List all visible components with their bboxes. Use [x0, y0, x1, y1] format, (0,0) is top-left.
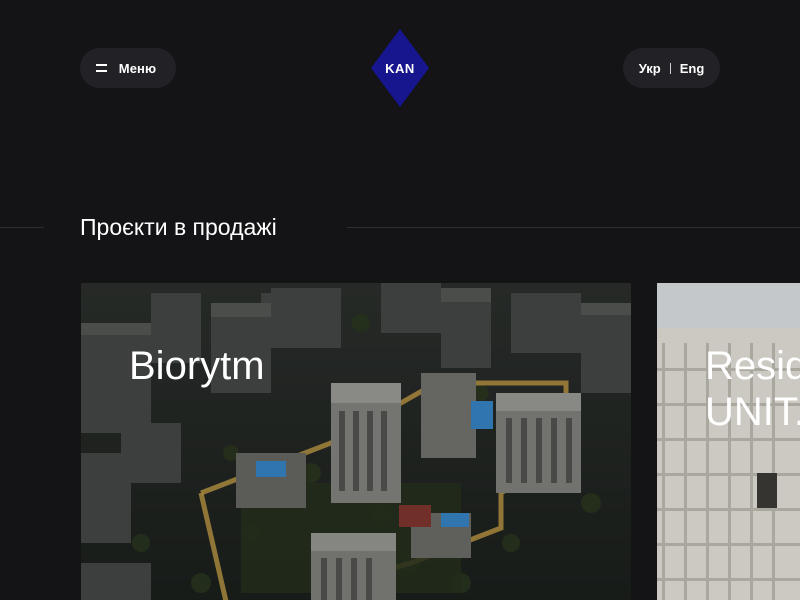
menu-button[interactable]: Меню — [80, 48, 176, 88]
hamburger-icon — [95, 64, 107, 72]
project-image-aerial — [81, 283, 631, 600]
kan-logo[interactable]: KAN — [371, 29, 429, 107]
project-title-line-1: Resid — [705, 344, 800, 388]
project-card-biorytm[interactable]: Biorytm — [81, 283, 631, 600]
section-title: Проєкти в продажі — [80, 214, 277, 240]
lang-divider — [669, 62, 671, 74]
project-card-unit-home[interactable]: Resid UNIT.H — [657, 283, 800, 600]
project-title-line-2: UNIT.H — [705, 390, 800, 434]
menu-label: Меню — [118, 60, 157, 76]
lang-option-eng[interactable]: Eng — [680, 61, 705, 76]
section-rule-left — [0, 227, 44, 228]
logo-text: KAN — [385, 60, 415, 76]
page: Меню KAN Укр Eng Проєкти в продажі Biory… — [0, 0, 800, 600]
lang-option-ukr[interactable]: Укр — [639, 61, 661, 76]
section-rule-right — [347, 227, 800, 228]
project-title: Biorytm — [129, 344, 265, 388]
project-image-facade — [657, 283, 800, 600]
project-title: Resid UNIT.H — [705, 343, 800, 435]
language-switcher: Укр Eng — [623, 48, 720, 88]
